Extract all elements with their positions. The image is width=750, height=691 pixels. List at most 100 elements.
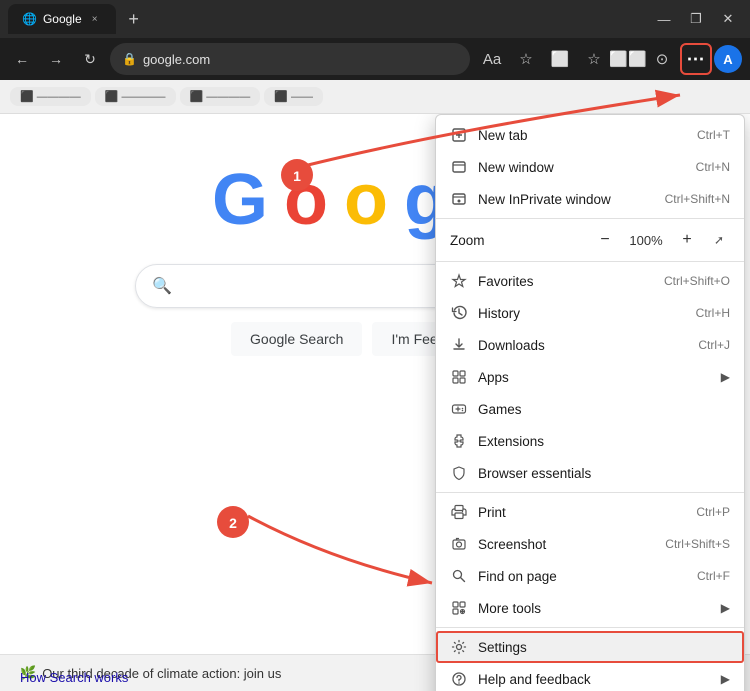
copilot-icon[interactable]: ⊙ <box>646 43 678 75</box>
menu-shortcut-inprivate: Ctrl+Shift+N <box>665 192 730 206</box>
zoom-out-button[interactable]: − <box>592 227 618 253</box>
tab-favicon: 🌐 <box>22 12 37 26</box>
menu-item-favorites[interactable]: Favorites Ctrl+Shift+O <box>436 265 744 297</box>
zoom-fullscreen-button[interactable]: ➚ <box>708 229 730 251</box>
menu-label-history: History <box>478 306 686 321</box>
bookmark-gmail[interactable]: ⬛ ———— <box>95 87 176 106</box>
menu-label-new-window: New window <box>478 160 686 175</box>
bookmark-maps[interactable]: ⬛ —— <box>264 87 323 106</box>
menu-label-games: Games <box>478 402 730 417</box>
dropdown-menu: New tab Ctrl+T New window Ctrl+N New InP… <box>435 114 745 691</box>
more-tools-menu-icon <box>450 599 468 617</box>
menu-label-screenshot: Screenshot <box>478 537 655 552</box>
menu-item-inprivate[interactable]: New InPrivate window Ctrl+Shift+N <box>436 183 744 215</box>
active-tab[interactable]: 🌐 Google × <box>8 4 116 34</box>
menu-button[interactable]: ⋯ <box>680 43 712 75</box>
print-menu-icon <box>450 503 468 521</box>
bookmarks-bar: ⬛ ———— ⬛ ———— ⬛ ———— ⬛ —— <box>0 80 750 114</box>
logo-o2: o <box>344 160 386 240</box>
menu-label-new-tab: New tab <box>478 128 687 143</box>
zoom-row: Zoom − 100% + ➚ <box>436 222 744 258</box>
window-controls: — ❐ ✕ <box>650 5 742 33</box>
tab-bar: 🌐 Google × + <box>8 4 644 34</box>
menu-label-downloads: Downloads <box>478 338 688 353</box>
more-tools-arrow-icon: ▶ <box>721 601 730 615</box>
menu-shortcut-new-tab: Ctrl+T <box>697 128 730 142</box>
menu-item-history[interactable]: History Ctrl+H <box>436 297 744 329</box>
address-url: google.com <box>143 52 210 67</box>
bookmark-youtube[interactable]: ⬛ ———— <box>180 87 261 106</box>
menu-divider-2 <box>436 261 744 262</box>
menu-item-help[interactable]: Help and feedback ▶ <box>436 663 744 691</box>
menu-item-new-tab[interactable]: New tab Ctrl+T <box>436 119 744 151</box>
forward-button[interactable]: → <box>42 45 70 73</box>
menu-label-more-tools: More tools <box>478 601 711 616</box>
menu-label-print: Print <box>478 505 686 520</box>
address-bar-row: ← → ↻ 🔒 google.com Aa ☆ ⬜ ☆ ⬜⬜ ⊙ ⋯ A <box>0 38 750 80</box>
zoom-label: Zoom <box>450 233 584 248</box>
how-search-works-link[interactable]: How Search works <box>20 670 128 685</box>
menu-label-help: Help and feedback <box>478 672 711 687</box>
refresh-button[interactable]: ↻ <box>76 45 104 73</box>
menu-item-apps[interactable]: Apps ▶ <box>436 361 744 393</box>
google-search-button[interactable]: Google Search <box>231 322 362 356</box>
address-field[interactable]: 🔒 google.com <box>110 43 470 75</box>
search-icon: 🔍 <box>152 276 172 296</box>
collections-icon[interactable]: ☆ <box>578 43 610 75</box>
zoom-in-button[interactable]: + <box>674 227 700 253</box>
read-aloud-icon[interactable]: Aa <box>476 43 508 75</box>
menu-label-find: Find on page <box>478 569 687 584</box>
menu-item-screenshot[interactable]: Screenshot Ctrl+Shift+S <box>436 528 744 560</box>
menu-item-print[interactable]: Print Ctrl+P <box>436 496 744 528</box>
help-arrow-icon: ▶ <box>721 672 730 686</box>
menu-item-browser-essentials[interactable]: Browser essentials <box>436 457 744 489</box>
menu-item-settings[interactable]: Settings <box>436 631 744 663</box>
browser-chrome: 🌐 Google × + — ❐ ✕ <box>0 0 750 38</box>
menu-shortcut-screenshot: Ctrl+Shift+S <box>665 537 730 551</box>
favorites-icon[interactable]: ☆ <box>510 43 542 75</box>
bookmark-drive[interactable]: ⬛ ———— <box>10 87 91 106</box>
logo-g1: G <box>212 160 266 240</box>
new-tab-menu-icon <box>450 126 468 144</box>
find-menu-icon <box>450 567 468 585</box>
logo-o1: o <box>284 160 326 240</box>
split-screen-icon[interactable]: ⬜ <box>544 43 576 75</box>
browser-essentials-menu-icon <box>450 464 468 482</box>
menu-shortcut-new-window: Ctrl+N <box>696 160 730 174</box>
menu-shortcut-downloads: Ctrl+J <box>698 338 730 352</box>
profile-avatar[interactable]: A <box>714 45 742 73</box>
menu-label-apps: Apps <box>478 370 711 385</box>
menu-shortcut-history: Ctrl+H <box>696 306 730 320</box>
help-menu-icon <box>450 670 468 688</box>
menu-label-browser-essentials: Browser essentials <box>478 466 730 481</box>
menu-item-downloads[interactable]: Downloads Ctrl+J <box>436 329 744 361</box>
restore-button[interactable]: ❐ <box>682 5 710 33</box>
close-tab-button[interactable]: × <box>88 12 102 26</box>
tabs-icon[interactable]: ⬜⬜ <box>612 43 644 75</box>
page-content: G o o g l e 🔍 Google Search I'm Feeling … <box>0 114 750 691</box>
history-menu-icon <box>450 304 468 322</box>
games-menu-icon <box>450 400 468 418</box>
back-button[interactable]: ← <box>8 45 36 73</box>
menu-item-games[interactable]: Games <box>436 393 744 425</box>
zoom-value: 100% <box>626 233 666 248</box>
extensions-menu-icon <box>450 432 468 450</box>
apps-menu-icon <box>450 368 468 386</box>
menu-item-find[interactable]: Find on page Ctrl+F <box>436 560 744 592</box>
menu-shortcut-print: Ctrl+P <box>696 505 730 519</box>
menu-item-more-tools[interactable]: More tools ▶ <box>436 592 744 624</box>
settings-menu-icon <box>450 638 468 656</box>
downloads-menu-icon <box>450 336 468 354</box>
menu-divider-4 <box>436 627 744 628</box>
close-button[interactable]: ✕ <box>714 5 742 33</box>
favorites-menu-icon <box>450 272 468 290</box>
menu-shortcut-favorites: Ctrl+Shift+O <box>664 274 730 288</box>
toolbar-icons: Aa ☆ ⬜ ☆ ⬜⬜ ⊙ ⋯ A <box>476 43 742 75</box>
menu-label-extensions: Extensions <box>478 434 730 449</box>
menu-item-extensions[interactable]: Extensions <box>436 425 744 457</box>
menu-label-inprivate: New InPrivate window <box>478 192 655 207</box>
minimize-button[interactable]: — <box>650 5 678 33</box>
new-tab-button[interactable]: + <box>120 5 148 33</box>
menu-item-new-window[interactable]: New window Ctrl+N <box>436 151 744 183</box>
new-window-menu-icon <box>450 158 468 176</box>
